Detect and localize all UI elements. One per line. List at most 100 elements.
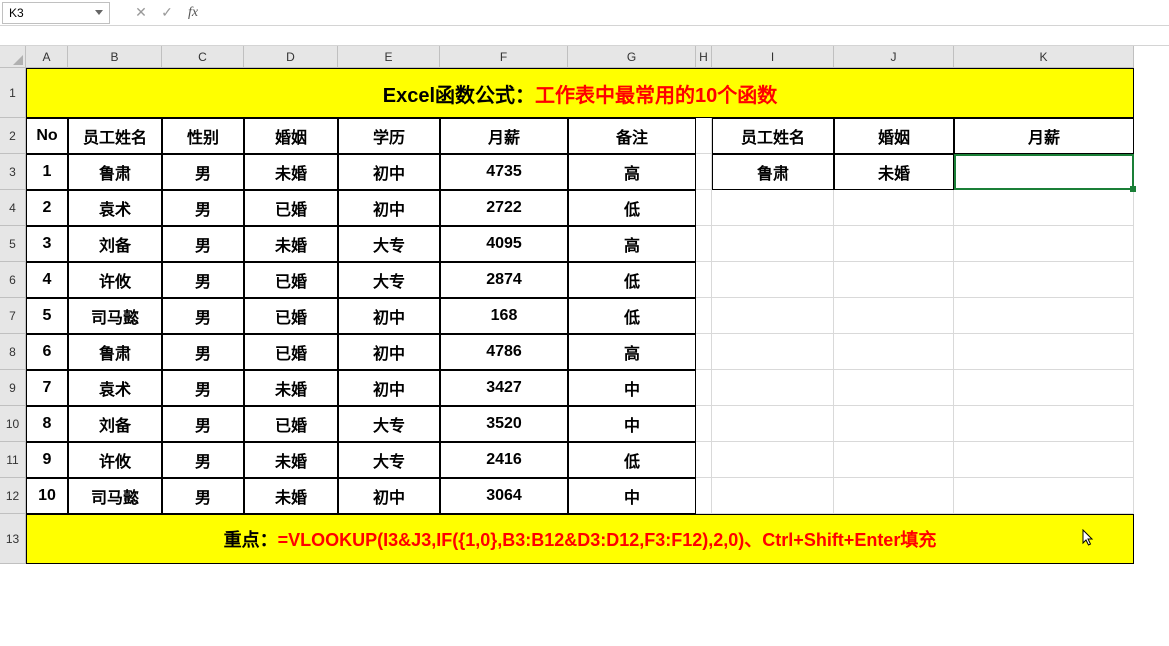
header-salary[interactable]: 月薪 (440, 118, 568, 154)
cell-remark[interactable]: 低 (568, 298, 696, 334)
row-header[interactable]: 10 (0, 406, 26, 442)
cell-salary[interactable]: 3427 (440, 370, 568, 406)
empty-cell[interactable] (712, 262, 834, 298)
title-cell[interactable]: Excel函数公式： 工作表中最常用的10个函数 (26, 68, 1134, 118)
cell-no[interactable]: 7 (26, 370, 68, 406)
empty-cell[interactable] (834, 334, 954, 370)
cell-name[interactable]: 许攸 (68, 262, 162, 298)
cell-name[interactable]: 袁术 (68, 190, 162, 226)
empty-cell[interactable] (696, 334, 712, 370)
cell-gender[interactable]: 男 (162, 334, 244, 370)
cell-gender[interactable]: 男 (162, 478, 244, 514)
empty-cell[interactable] (834, 370, 954, 406)
empty-cell[interactable] (696, 442, 712, 478)
col-header[interactable]: G (568, 46, 696, 68)
cell-gender[interactable]: 男 (162, 262, 244, 298)
empty-cell[interactable] (834, 442, 954, 478)
empty-cell[interactable] (712, 190, 834, 226)
cell-salary[interactable]: 4735 (440, 154, 568, 190)
empty-cell[interactable] (696, 298, 712, 334)
cell-name[interactable]: 鲁肃 (68, 154, 162, 190)
empty-cell[interactable] (712, 298, 834, 334)
cell-marriage[interactable]: 未婚 (244, 154, 338, 190)
header-lookup-marriage[interactable]: 婚姻 (834, 118, 954, 154)
cell-edu[interactable]: 初中 (338, 154, 440, 190)
header-marriage[interactable]: 婚姻 (244, 118, 338, 154)
empty-cell[interactable] (954, 334, 1134, 370)
row-header[interactable]: 2 (0, 118, 26, 154)
cell-edu[interactable]: 大专 (338, 406, 440, 442)
cell-remark[interactable]: 低 (568, 442, 696, 478)
cell-no[interactable]: 8 (26, 406, 68, 442)
header-gender[interactable]: 性别 (162, 118, 244, 154)
cell-marriage[interactable]: 已婚 (244, 334, 338, 370)
col-header[interactable]: E (338, 46, 440, 68)
cell-no[interactable]: 2 (26, 190, 68, 226)
cell-remark[interactable]: 中 (568, 370, 696, 406)
row-header[interactable]: 3 (0, 154, 26, 190)
empty-cell[interactable] (834, 298, 954, 334)
footer-formula-cell[interactable]: 重点： =VLOOKUP(I3&J3,IF({1,0},B3:B12&D3:D1… (26, 514, 1134, 564)
empty-cell[interactable] (712, 334, 834, 370)
empty-cell[interactable] (954, 226, 1134, 262)
cell-no[interactable]: 4 (26, 262, 68, 298)
cell-edu[interactable]: 大专 (338, 226, 440, 262)
cell-marriage[interactable]: 已婚 (244, 262, 338, 298)
empty-cell[interactable] (834, 478, 954, 514)
lookup-name[interactable]: 鲁肃 (712, 154, 834, 190)
empty-cell[interactable] (696, 262, 712, 298)
empty-cell[interactable] (954, 406, 1134, 442)
empty-cell[interactable] (696, 154, 712, 190)
header-lookup-name[interactable]: 员工姓名 (712, 118, 834, 154)
cell-marriage[interactable]: 未婚 (244, 478, 338, 514)
col-header[interactable]: J (834, 46, 954, 68)
row-header[interactable]: 9 (0, 370, 26, 406)
cell-salary[interactable]: 168 (440, 298, 568, 334)
cell-edu[interactable]: 初中 (338, 478, 440, 514)
empty-cell[interactable] (834, 262, 954, 298)
cell-salary[interactable]: 2416 (440, 442, 568, 478)
cell-marriage[interactable]: 已婚 (244, 298, 338, 334)
empty-cell[interactable] (696, 190, 712, 226)
col-header[interactable]: A (26, 46, 68, 68)
empty-cell[interactable] (712, 226, 834, 262)
cell-marriage[interactable]: 未婚 (244, 442, 338, 478)
cell-remark[interactable]: 中 (568, 478, 696, 514)
cell-salary[interactable]: 3064 (440, 478, 568, 514)
cell-remark[interactable]: 低 (568, 190, 696, 226)
empty-cell[interactable] (954, 370, 1134, 406)
fx-icon[interactable]: fx (180, 2, 206, 24)
cell-name[interactable]: 许攸 (68, 442, 162, 478)
col-header[interactable]: I (712, 46, 834, 68)
cell-marriage[interactable]: 已婚 (244, 406, 338, 442)
cell-edu[interactable]: 大专 (338, 442, 440, 478)
header-name[interactable]: 员工姓名 (68, 118, 162, 154)
confirm-icon[interactable]: ✓ (154, 2, 180, 24)
empty-cell[interactable] (834, 406, 954, 442)
row-header[interactable]: 1 (0, 68, 26, 118)
cell-gender[interactable]: 男 (162, 406, 244, 442)
name-box[interactable]: K3 (2, 2, 110, 24)
cell-gender[interactable]: 男 (162, 154, 244, 190)
chevron-down-icon[interactable] (95, 10, 103, 15)
cell-gender[interactable]: 男 (162, 370, 244, 406)
empty-cell[interactable] (954, 190, 1134, 226)
cell-no[interactable]: 10 (26, 478, 68, 514)
cell-marriage[interactable]: 未婚 (244, 370, 338, 406)
cell-remark[interactable]: 高 (568, 334, 696, 370)
cell-edu[interactable]: 初中 (338, 370, 440, 406)
cell-gender[interactable]: 男 (162, 298, 244, 334)
cell-edu[interactable]: 初中 (338, 298, 440, 334)
cell-remark[interactable]: 低 (568, 262, 696, 298)
cell-salary[interactable]: 2722 (440, 190, 568, 226)
empty-cell[interactable] (954, 298, 1134, 334)
empty-cell[interactable] (696, 118, 712, 154)
empty-cell[interactable] (834, 226, 954, 262)
cell-no[interactable]: 1 (26, 154, 68, 190)
col-header[interactable]: B (68, 46, 162, 68)
row-header[interactable]: 4 (0, 190, 26, 226)
cell-salary[interactable]: 2874 (440, 262, 568, 298)
header-remark[interactable]: 备注 (568, 118, 696, 154)
row-header[interactable]: 5 (0, 226, 26, 262)
col-header[interactable]: D (244, 46, 338, 68)
